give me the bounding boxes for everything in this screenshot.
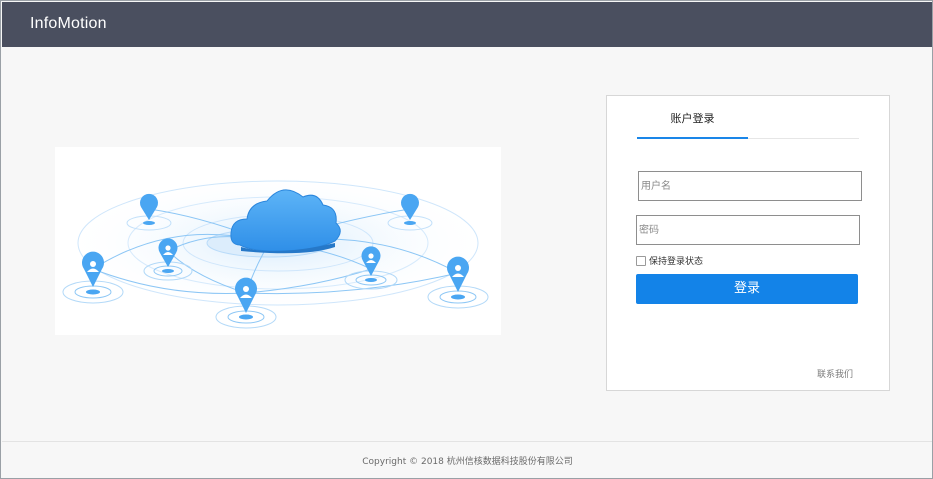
tab-account-login[interactable]: 账户登录 <box>637 96 748 139</box>
footer-divider <box>2 441 932 442</box>
login-panel: 账户登录 保持登录状态 登录 联系我们 <box>606 95 890 391</box>
contact-us-link[interactable]: 联系我们 <box>817 367 853 380</box>
copyright-text: Copyright © 2018 杭州信核数据科技股份有限公司 <box>362 457 573 467</box>
top-bar: InfoMotion <box>2 2 932 47</box>
remember-label: 保持登录状态 <box>649 257 704 267</box>
remember-checkbox[interactable] <box>636 255 646 266</box>
cloud-network-illustration-svg <box>62 173 493 329</box>
remember-login[interactable]: 保持登录状态 <box>636 254 703 267</box>
app-window: InfoMotion 账户登录 用户名 保持登录状态 登录 联系我们 Copyr… <box>0 0 933 479</box>
app-title: InfoMotion <box>30 15 107 32</box>
login-button[interactable]: 登录 <box>636 274 858 304</box>
password-input[interactable] <box>636 215 860 245</box>
cloud-network-illustration <box>55 147 501 335</box>
login-tabs: 账户登录 <box>637 96 859 139</box>
username-input[interactable] <box>638 171 862 201</box>
